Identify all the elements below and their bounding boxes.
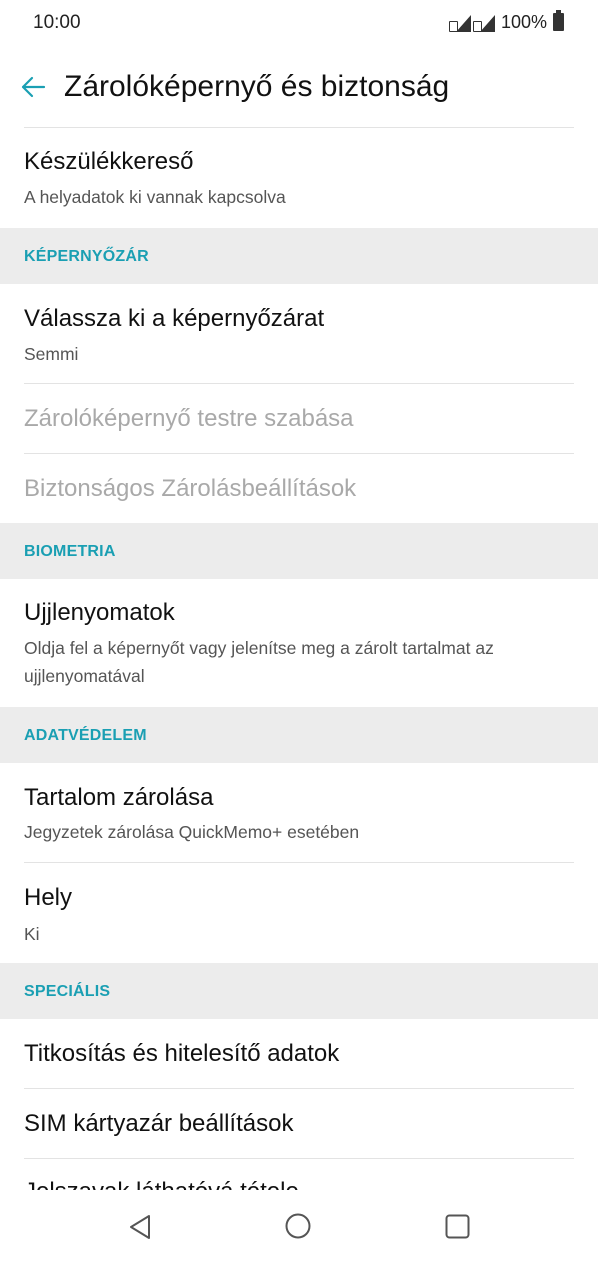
item-title: SIM kártyazár beállítások (24, 1110, 294, 1137)
section-header-privacy: ADATVÉDELEM (0, 707, 598, 763)
sim-signal-icon (472, 13, 495, 32)
encryption-item[interactable]: Titkosítás és hitelesítő adatok (0, 1019, 598, 1089)
status-bar: 10:00 100% (0, 0, 598, 46)
sim-signal-icon (448, 13, 471, 32)
item-title: Titkosítás és hitelesítő adatok (24, 1040, 340, 1067)
item-title: Válassza ki a képernyőzárat (24, 305, 325, 332)
secure-lock-settings-item[interactable]: Biztonságos Zárolásbeállítások (0, 454, 598, 524)
section-title: KÉPERNYŐZÁR (24, 248, 149, 265)
status-time: 10:00 (33, 12, 81, 33)
page-title: Zárolóképernyő és biztonság (64, 70, 450, 103)
section-header-biometrics: BIOMETRIA (0, 523, 598, 579)
nav-home-icon[interactable] (285, 1213, 311, 1239)
screen-lock-item[interactable]: Válassza ki a képernyőzárat Semmi (0, 284, 598, 384)
app-toolbar: Zárolóképernyő és biztonság (0, 46, 598, 128)
item-title: Ujjlenyomatok (24, 599, 175, 626)
lockscreen-customize-item[interactable]: Zárolóképernyő testre szabása (0, 384, 598, 454)
section-header-screen-lock: KÉPERNYŐZÁR (0, 228, 598, 284)
section-title: BIOMETRIA (24, 543, 116, 560)
section-header-special: SPECIÁLIS (0, 963, 598, 1019)
battery-percent: 100% (500, 11, 547, 32)
item-title: Zárolóképernyő testre szabása (24, 405, 354, 432)
item-title: Biztonságos Zárolásbeállítások (24, 475, 357, 502)
device-finder-item[interactable]: Készülékkereső A helyadatok ki vannak ka… (0, 128, 598, 228)
battery-icon (553, 9, 564, 31)
item-subtitle: Semmi (24, 344, 79, 364)
fingerprints-item[interactable]: Ujjlenyomatok Oldja fel a képernyőt vagy… (0, 579, 598, 707)
arrow-back-icon[interactable] (20, 74, 46, 100)
content-lock-item[interactable]: Tartalom zárolása Jegyzetek zárolása Qui… (0, 763, 598, 863)
navigation-bar (0, 1190, 598, 1262)
item-title: Hely (24, 884, 73, 911)
item-subtitle: Jegyzetek zárolása QuickMemo+ esetében (24, 822, 360, 842)
divider (24, 1158, 574, 1159)
nav-back-icon[interactable] (128, 1214, 152, 1240)
sim-lock-item[interactable]: SIM kártyazár beállítások (0, 1089, 598, 1159)
section-title: SPECIÁLIS (24, 983, 111, 1000)
item-title: Készülékkereső (24, 148, 194, 175)
nav-recents-icon[interactable] (445, 1214, 470, 1239)
item-subtitle: Oldja fel a képernyőt vagy jelenítse meg… (24, 638, 494, 686)
item-subtitle: A helyadatok ki vannak kapcsolva (24, 187, 286, 207)
item-title: Tartalom zárolása (24, 784, 214, 811)
location-item[interactable]: Hely Ki (0, 863, 598, 963)
status-icons: 100% (448, 9, 564, 34)
section-title: ADATVÉDELEM (24, 727, 147, 744)
item-subtitle: Ki (24, 924, 40, 944)
